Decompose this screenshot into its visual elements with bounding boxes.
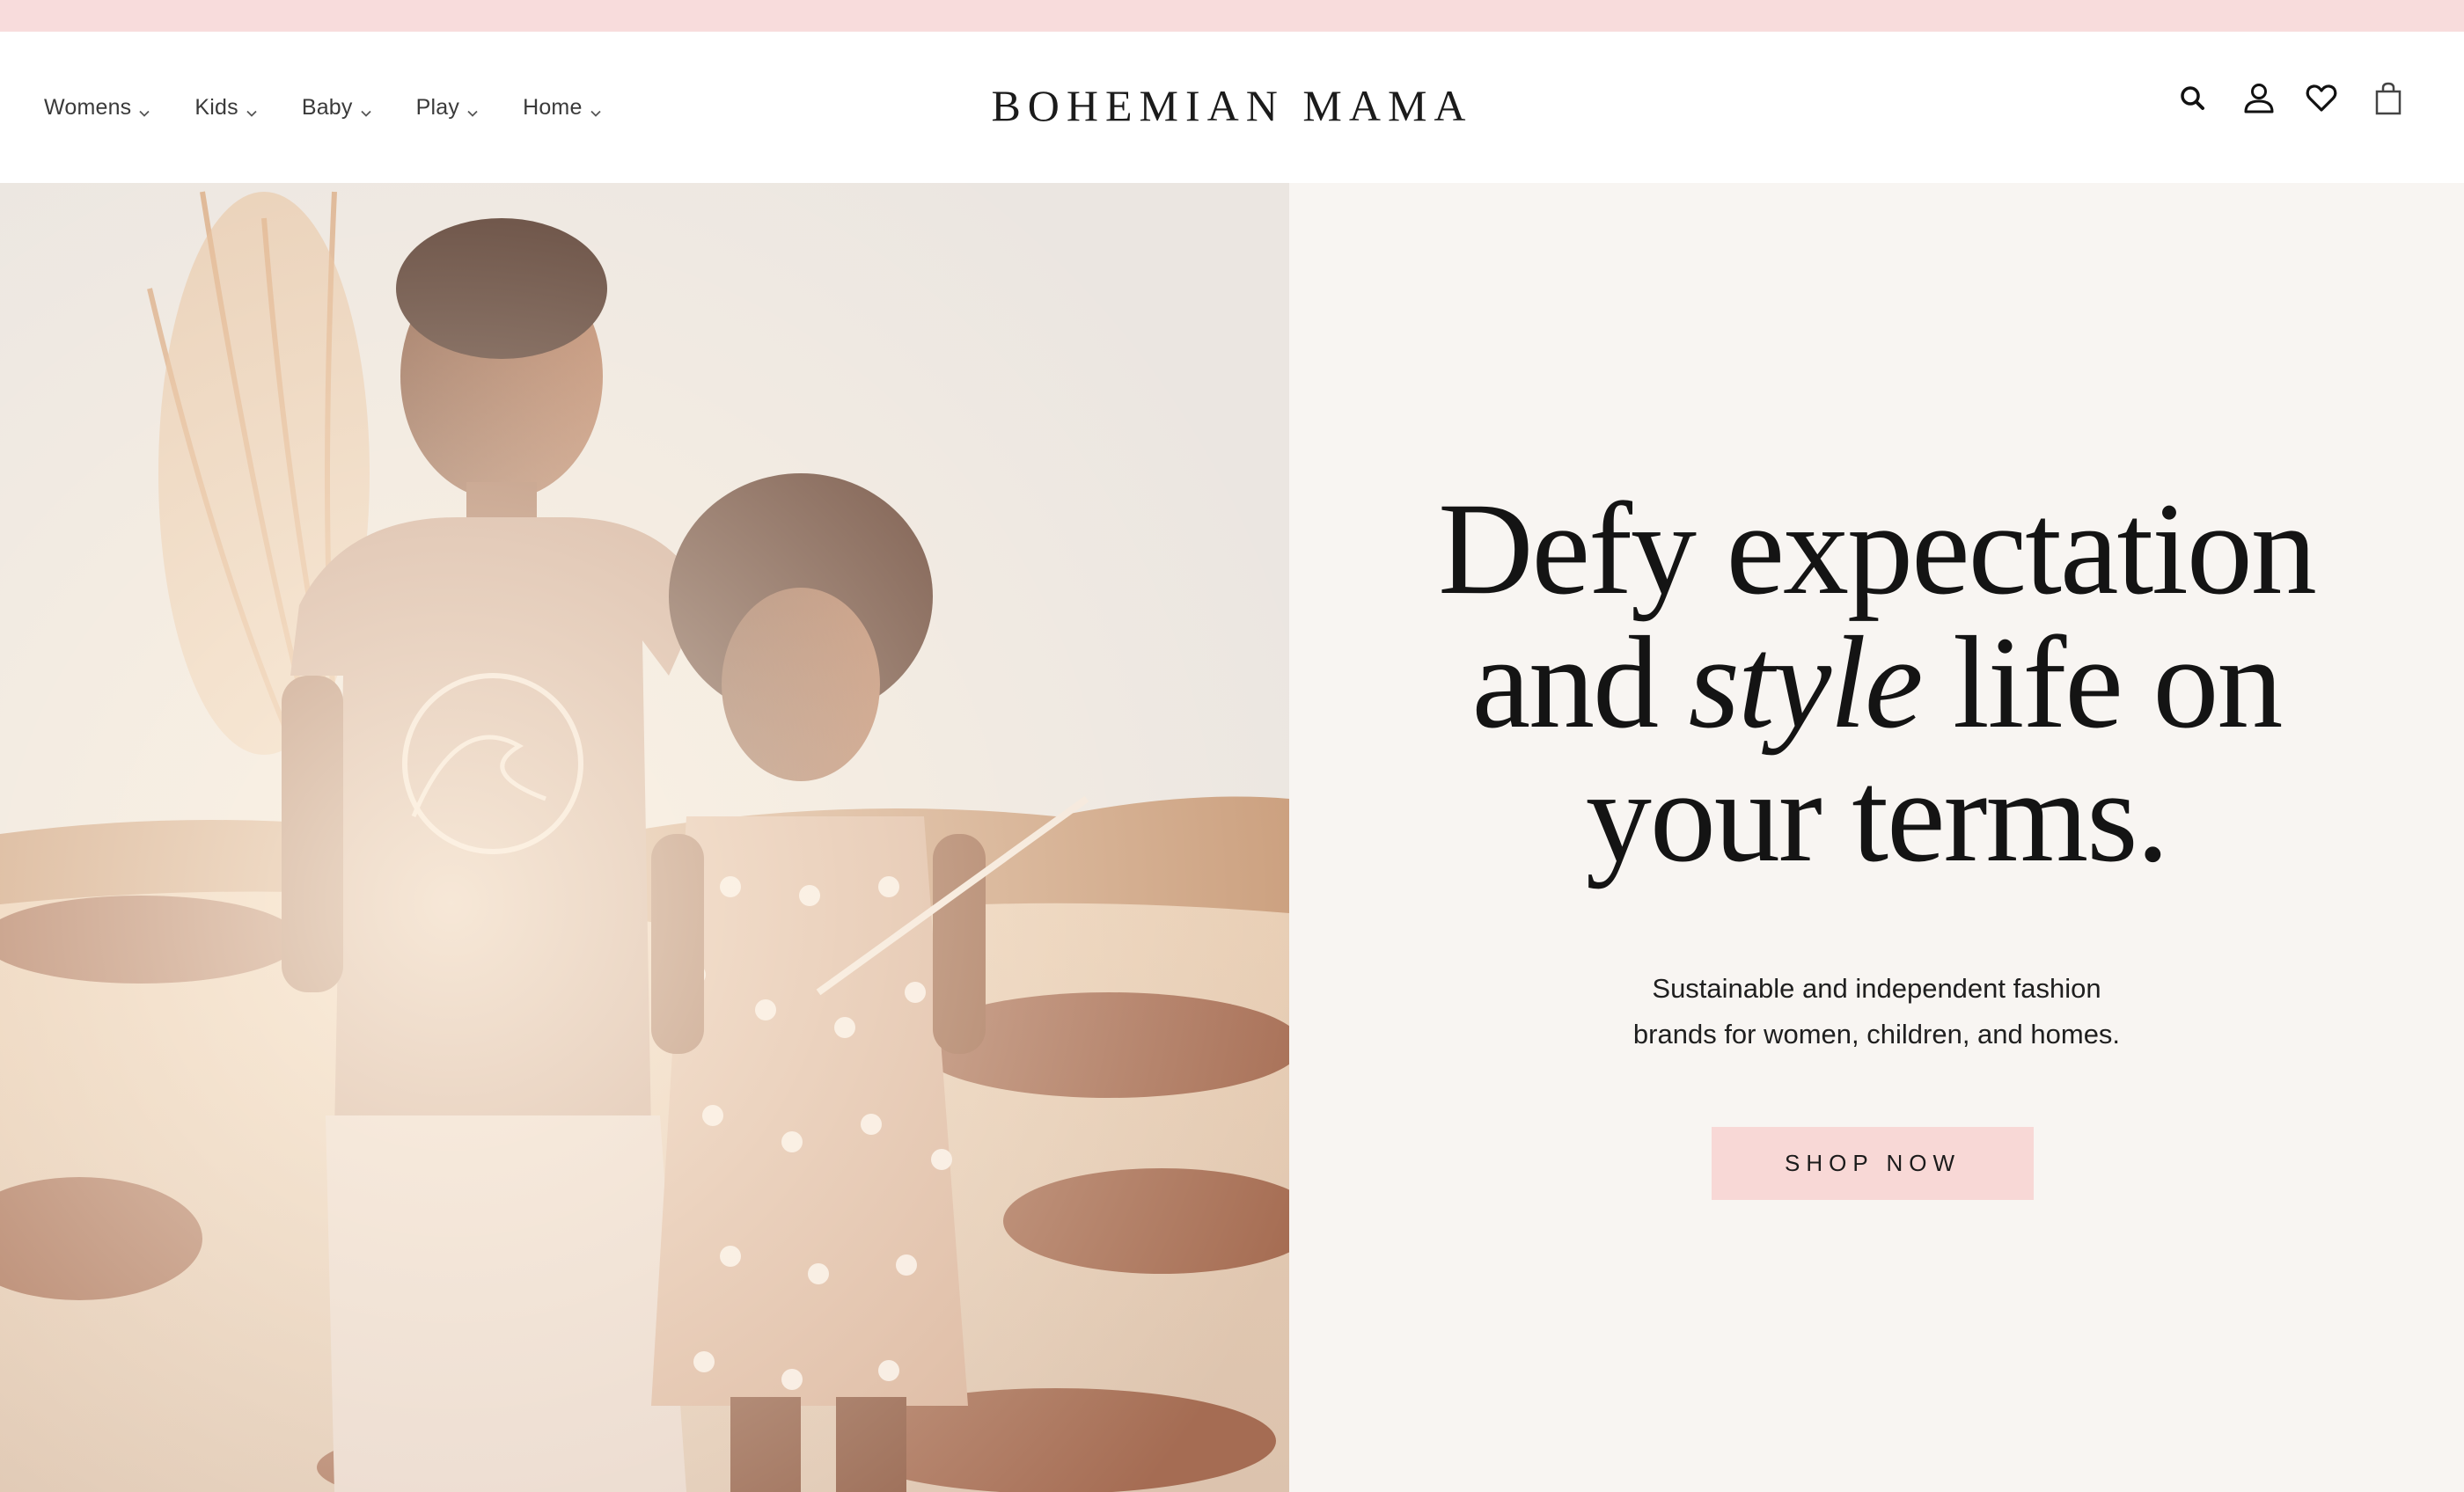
- wishlist-heart-icon[interactable]: [2304, 81, 2339, 116]
- subhead-line-1: Sustainable and independent fashion: [1652, 973, 2101, 1004]
- nav-item-label: Home: [523, 94, 583, 120]
- hero-content-panel: Defy expectation and style life on your …: [1289, 183, 2464, 1492]
- hero-photo-illustration: [0, 183, 1289, 1492]
- nav-item-label: Baby: [301, 94, 353, 120]
- main-nav: Womens Kids Baby Play Home: [44, 32, 646, 183]
- hero-headline: Defy expectation and style life on your …: [1289, 482, 2464, 883]
- nav-item-label: Kids: [194, 94, 238, 120]
- chevron-down-icon: [466, 100, 479, 117]
- headline-line-2-start: and: [1471, 610, 1689, 756]
- headline-italic-word: style: [1688, 610, 1924, 756]
- hero-photo: [0, 183, 1289, 1492]
- nav-item-play[interactable]: Play: [416, 95, 479, 121]
- site-header: Womens Kids Baby Play Home BOHEMIAN MAMA: [0, 32, 2464, 183]
- subhead-line-2: brands for women, children, and homes.: [1632, 1019, 2121, 1050]
- nav-item-baby[interactable]: Baby: [302, 95, 372, 121]
- brand-logo[interactable]: BOHEMIAN MAMA: [991, 80, 1472, 135]
- headline-line-1: Defy expectation: [1438, 476, 2317, 622]
- chevron-down-icon: [360, 100, 372, 117]
- headline-line-3: your terms.: [1585, 743, 2169, 889]
- chevron-down-icon: [138, 100, 150, 117]
- headline-line-2-end: life on: [1921, 610, 2283, 756]
- nav-item-womens[interactable]: Womens: [44, 95, 150, 121]
- announcement-bar: [0, 0, 2464, 32]
- nav-item-label: Play: [415, 94, 460, 120]
- account-icon[interactable]: [2241, 81, 2277, 116]
- nav-item-kids[interactable]: Kids: [194, 95, 257, 121]
- nav-item-label: Womens: [44, 94, 132, 120]
- search-icon[interactable]: [2175, 81, 2211, 116]
- cart-bag-icon[interactable]: [2371, 81, 2406, 116]
- nav-item-home[interactable]: Home: [523, 95, 602, 121]
- chevron-down-icon: [246, 100, 258, 117]
- chevron-down-icon: [590, 100, 602, 117]
- hero-subhead: Sustainable and independent fashion bran…: [1289, 966, 2464, 1057]
- shop-now-button[interactable]: SHOP NOW: [1712, 1127, 2034, 1200]
